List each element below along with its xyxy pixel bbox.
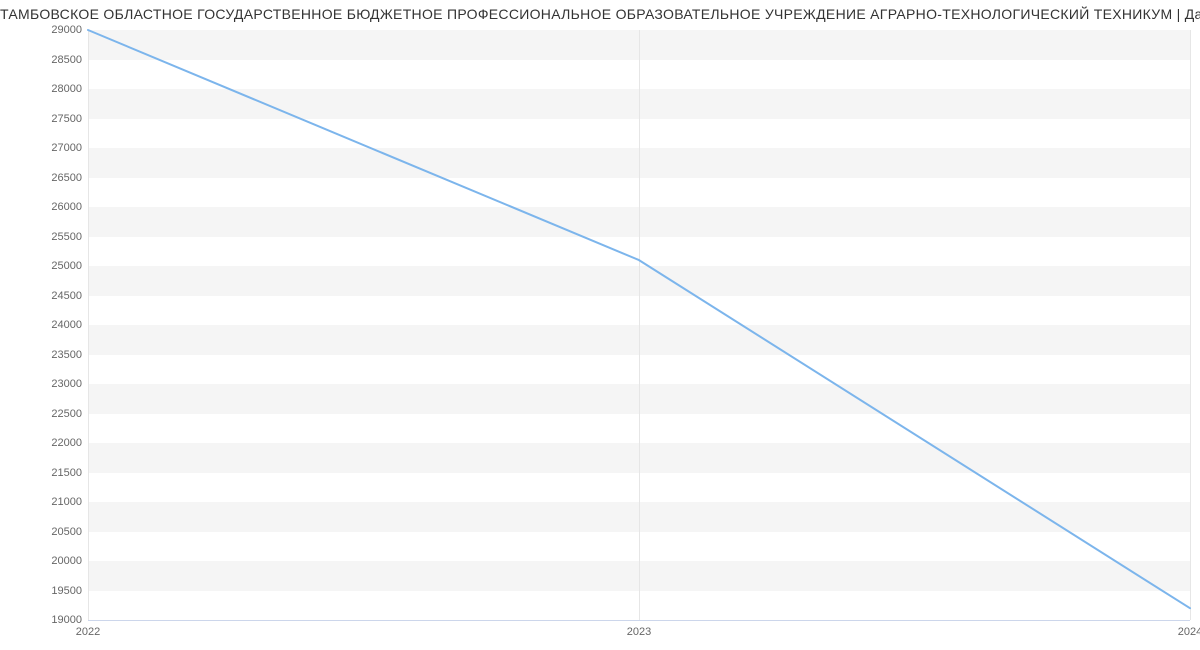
data-series-path [88,30,1190,608]
y-tick-label: 27500 [22,113,82,125]
y-tick-label: 21000 [22,496,82,508]
y-tick-label: 23000 [22,378,82,390]
x-tick-label: 2022 [76,626,100,638]
y-tick-label: 28500 [22,54,82,66]
x-tick-label: 2023 [627,626,651,638]
y-tick-label: 19500 [22,585,82,597]
y-tick-label: 21500 [22,467,82,479]
plot-area [88,30,1190,620]
x-tick-label: 2024 [1178,626,1200,638]
y-tick-label: 25000 [22,260,82,272]
y-tick-label: 26500 [22,172,82,184]
y-tick-label: 29000 [22,24,82,36]
y-tick-label: 23500 [22,349,82,361]
chart-container: ТАМБОВСКОЕ ОБЛАСТНОЕ ГОСУДАРСТВЕННОЕ БЮД… [0,0,1200,650]
y-tick-label: 27000 [22,142,82,154]
y-tick-label: 22000 [22,437,82,449]
data-line-svg [88,30,1190,620]
y-tick-label: 24500 [22,290,82,302]
y-tick-label: 20000 [22,555,82,567]
y-tick-label: 20500 [22,526,82,538]
y-tick-label: 19000 [22,614,82,626]
y-tick-label: 26000 [22,201,82,213]
chart-title: ТАМБОВСКОЕ ОБЛАСТНОЕ ГОСУДАРСТВЕННОЕ БЮД… [0,6,1200,22]
y-tick-label: 22500 [22,408,82,420]
x-axis-line [88,620,1190,621]
y-tick-label: 25500 [22,231,82,243]
y-tick-label: 24000 [22,319,82,331]
y-tick-label: 28000 [22,83,82,95]
grid-line-vertical [1190,30,1191,620]
